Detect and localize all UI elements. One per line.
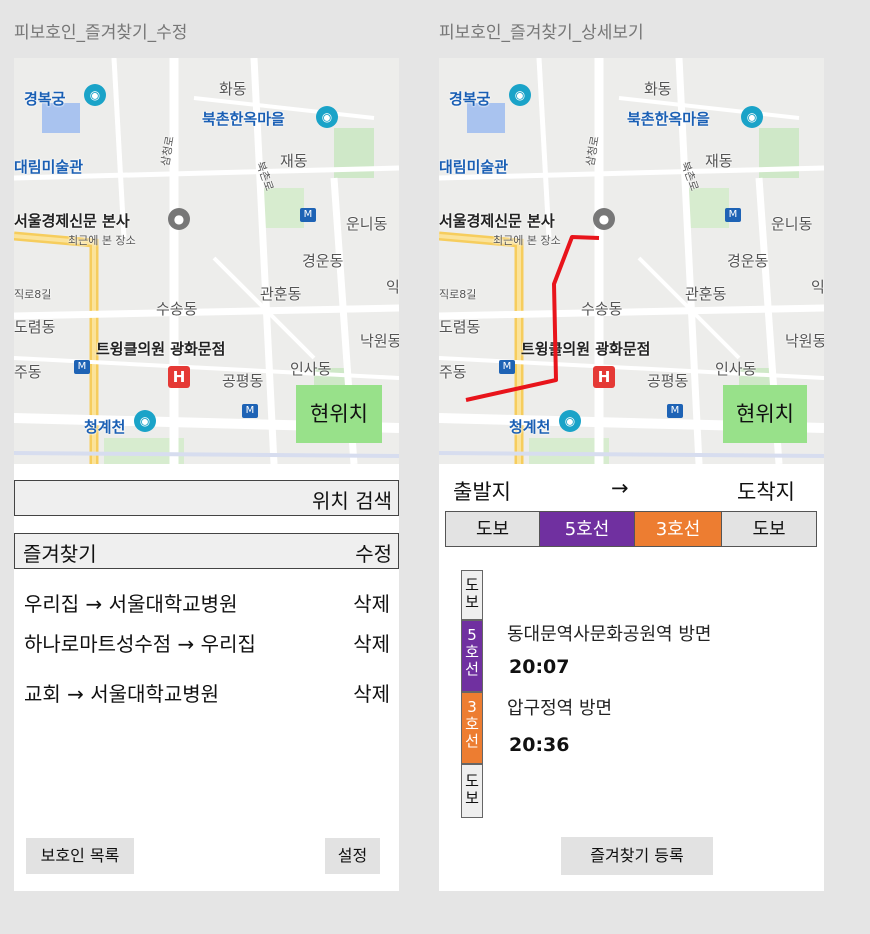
hospital-icon: H [168, 366, 190, 388]
map-label-nagwon: 낙원동 [360, 332, 399, 350]
stop-direction: 동대문역사문화공원역 방면 [507, 624, 712, 645]
delete-button[interactable]: 삭제 [353, 678, 390, 707]
map-label-road8: 직로8길 [14, 288, 52, 301]
arrow-icon: → [611, 476, 629, 500]
origin-label: 출발지 [453, 480, 511, 504]
map-label-recent: 최근에 본 장소 [68, 234, 136, 247]
metro-icon: M [300, 208, 316, 222]
current-location-button[interactable]: 현위치 [723, 385, 807, 443]
map-label-gongpyeong: 공평동 [222, 372, 264, 390]
stop-time: 20:36 [509, 734, 570, 756]
favorites-header: 즐겨찾기 수정 [14, 533, 399, 569]
map-label-doryeom: 도렴동 [14, 318, 56, 336]
segment-walk: 도보 [445, 511, 540, 547]
favorites-edit-button[interactable]: 수정 [355, 538, 392, 567]
favorite-route[interactable]: 교회 → 서울대학교병원 [24, 678, 219, 707]
register-favorite-button[interactable]: 즐겨찾기 등록 [561, 837, 713, 875]
delete-button[interactable]: 삭제 [353, 628, 390, 657]
segment-line5: 5호선 [539, 511, 635, 547]
screen-title-detail: 피보호인_즐겨찾기_상세보기 [439, 23, 644, 43]
map-label-cheonggye: 청계천 [84, 418, 126, 436]
map-label-newspaper: 서울경제신문 본사 [14, 212, 130, 230]
map-label-gyeongbokgung: 경복궁 [24, 90, 66, 108]
map-label-bukchon: 북촌한옥마을 [202, 110, 285, 128]
location-search-bar[interactable]: 위치 검색 [14, 480, 399, 516]
settings-button[interactable]: 설정 [325, 838, 380, 874]
favorite-route[interactable]: 우리집 → 서울대학교병원 [24, 588, 237, 617]
phone-detail-screen: 경복궁 ◉ 화동 북촌한옥마을 ◉ 대림미술관 삼청로 북촌로 재동 서울경제신… [439, 58, 824, 891]
location-pin-icon[interactable]: ● [168, 208, 190, 230]
map-label-judong: 주동 [14, 363, 42, 381]
camera-pin-icon[interactable]: ◉ [134, 410, 156, 432]
screen-title-edit: 피보호인_즐겨찾기_수정 [14, 23, 188, 43]
metro-icon: M [74, 360, 90, 374]
map-view[interactable]: 경복궁 ◉ 화동 북촌한옥마을 ◉ 대림미술관 삼청로 북촌로 재동 서울경제신… [14, 58, 399, 464]
guardian-list-button[interactable]: 보호인 목록 [26, 838, 134, 874]
map-label-insa: 인사동 [290, 360, 332, 378]
current-location-button[interactable]: 현위치 [296, 385, 382, 443]
phone-edit-screen: 경복궁 ◉ 화동 북촌한옥마을 ◉ 대림미술관 삼청로 북촌로 재동 서울경제신… [14, 58, 399, 891]
delete-button[interactable]: 삭제 [353, 588, 390, 617]
map-view[interactable]: 경복궁 ◉ 화동 북촌한옥마을 ◉ 대림미술관 삼청로 북촌로 재동 서울경제신… [439, 58, 824, 464]
camera-pin-icon[interactable]: ◉ [84, 84, 106, 106]
map-label-gyeongun: 경운동 [302, 252, 344, 270]
vertical-segment-line5: 5 호 선 [461, 620, 483, 692]
stop-time: 20:07 [509, 656, 570, 678]
favorite-route[interactable]: 하나로마트성수점 → 우리집 [24, 628, 256, 657]
favorites-header-label: 즐겨찾기 [23, 542, 97, 566]
stop-direction: 압구정역 방면 [507, 698, 613, 719]
map-label-unni: 운니동 [346, 215, 388, 233]
segment-line3: 3호선 [634, 511, 722, 547]
map-label-susong: 수송동 [156, 300, 198, 318]
location-search-label: 위치 검색 [312, 489, 392, 513]
map-label-jaedong: 재동 [280, 152, 308, 170]
vertical-segment-walk: 도 보 [461, 764, 483, 818]
map-label-hwadong: 화동 [219, 80, 247, 98]
camera-pin-icon[interactable]: ◉ [316, 106, 338, 128]
segment-walk: 도보 [721, 511, 817, 547]
vertical-segment-line3: 3 호 선 [461, 692, 483, 764]
metro-icon: M [242, 404, 258, 418]
map-label-clinic: 트윙클의원 광화문점 [96, 340, 226, 358]
destination-label: 도착지 [737, 480, 795, 504]
map-label-daelim: 대림미술관 [14, 158, 84, 176]
map-label-ik: 익 [386, 278, 399, 296]
vertical-segment-walk: 도 보 [461, 570, 483, 620]
map-label-gwanhun: 관훈동 [260, 285, 302, 303]
